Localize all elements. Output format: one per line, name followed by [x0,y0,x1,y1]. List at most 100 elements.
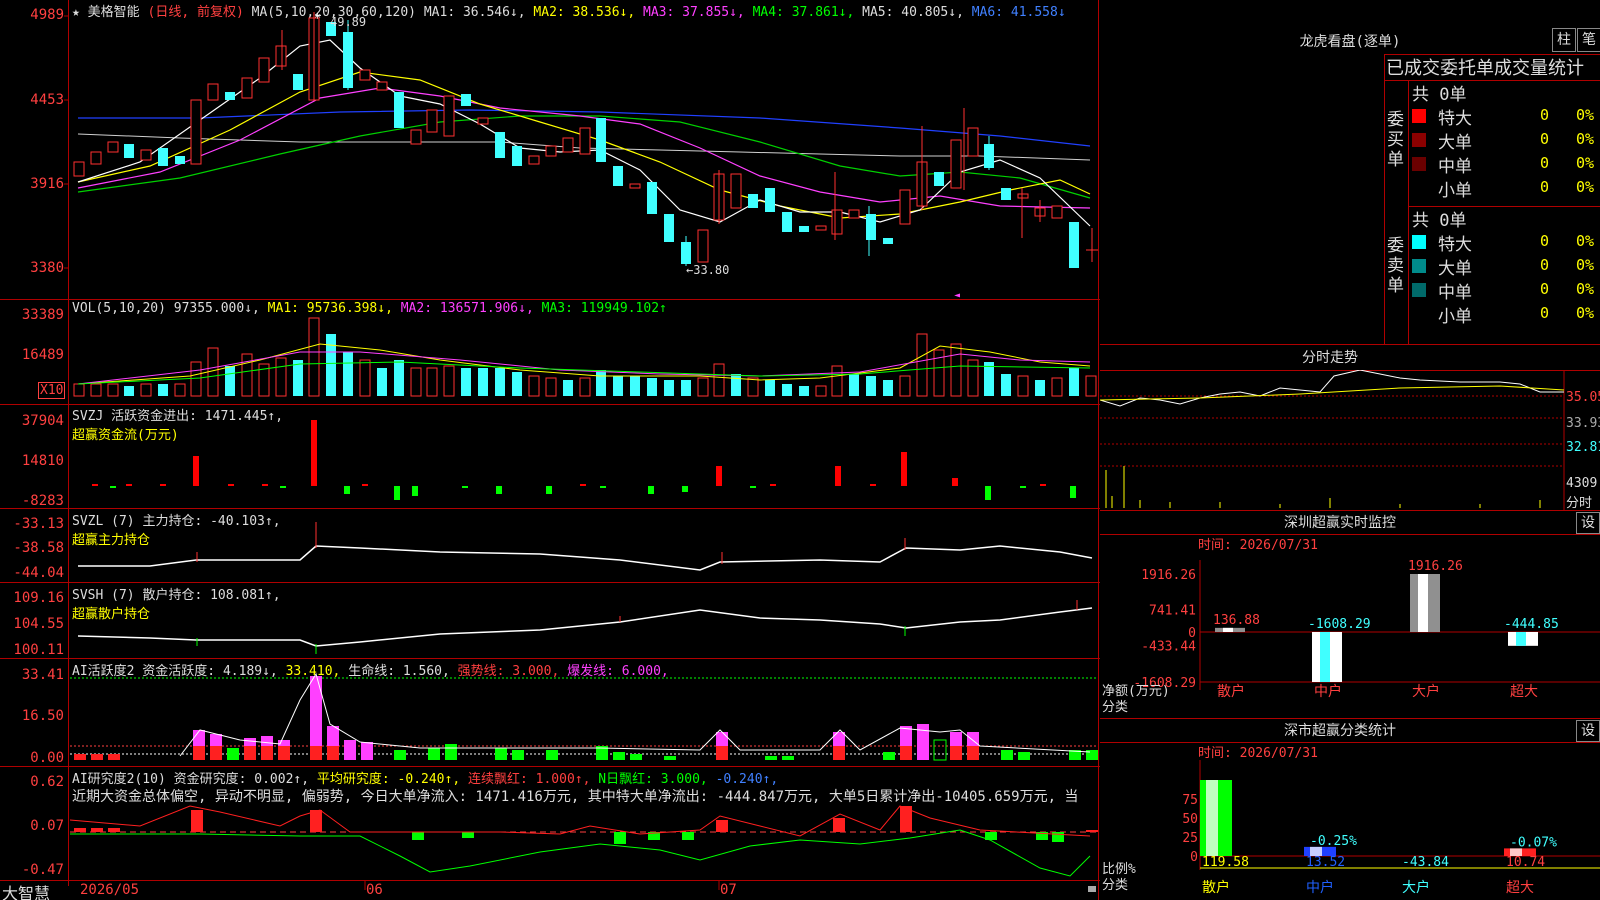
intraday-vol-tick: 4309 [1566,476,1598,491]
ai-active-header: AI活跃度2 资金活跃度: 4.189↓, 33.410, 生命线: 1.560… [72,664,669,679]
dragon-heading: 已成交委托单成交量统计 [1386,58,1584,79]
buy-row-count: 0 [1540,130,1550,148]
stats-tick: 25 [1182,831,1198,846]
buy-label: 委买单 [1387,110,1404,170]
monitor-category: 中户 [1314,683,1342,700]
sell-row-name: 大单 [1438,259,1472,279]
buy-row-pct: 0% [1576,154,1595,172]
buy-row-count: 0 [1540,154,1550,172]
buy-row-count: 0 [1540,106,1550,124]
monitor-value-label: 136.88 [1213,613,1260,628]
buy-row-swatch [1412,133,1426,147]
stats-cat-label: 分类 [1102,878,1129,893]
intraday-vol-unit: 分时 [1566,496,1593,511]
sell-row-count: 0 [1540,304,1550,322]
monitor-category: 大户 [1412,683,1440,700]
stats-tick: 75 [1182,793,1198,808]
vol-header: VOL(5,10,20) 97355.000↓, MA1: 95736.398↓… [72,301,667,316]
stats-tick: 0 [1190,850,1198,865]
monitor-value-label: -444.85 [1504,617,1559,632]
sell-row-pct: 0% [1576,280,1595,298]
stats-tick: 50 [1182,812,1198,827]
sell-row-pct: 0% [1576,304,1595,322]
buy-row-swatch [1412,181,1426,195]
buy-row-name: 中单 [1438,157,1472,177]
monitor-settings-button[interactable]: 设 [1576,512,1600,534]
ai-research-bars [74,806,1098,832]
svzl-tick: -38.58 [13,540,64,556]
svsh-tick: 109.16 [13,590,64,606]
intraday-tick: 35.05 [1566,390,1600,405]
stats-category: 中户 [1306,879,1334,896]
ai-research-tick: 0.62 [30,774,64,790]
monitor-chart: 1916.26741.410-433.44-1608.29136.88散户-16… [1133,559,1600,700]
candles [73,17,1098,268]
svzj-bars [193,420,958,486]
tick-view-button[interactable]: 笔 [1577,28,1600,52]
svg-text:◄: ◄ [954,290,960,301]
kline-svg: * 49.89 ←33.80 ◄ [64,11,1098,892]
svzl-tick: -44.04 [13,565,64,581]
stats-pct-label: -0.25% [1310,834,1357,849]
sell-total: 共 0单 [1412,211,1467,231]
stats-chart: 75 50 25 0 119.58 散户 -0.25% 13.52 中户 -43.84 大户 -0.0… [1182,760,1600,896]
stats-time: 时间: 2026/07/31 [1198,746,1318,761]
date-tick: 06 [366,882,383,898]
buy-row-name: 小单 [1438,181,1472,201]
buy-row-count: 0 [1540,178,1550,196]
high-mark: 49.89 [330,15,366,29]
monitor-tick: 1916.26 [1141,568,1196,583]
stats-value: 10.74 [1506,855,1545,870]
stats-settings-button[interactable]: 设 [1576,720,1600,742]
vol-tick: 16489 [21,347,64,363]
intraday-tick: 33.93 [1566,416,1600,431]
sell-row-count: 0 [1540,280,1550,298]
monitor-bar-highlight [1516,632,1526,646]
buy-row-pct: 0% [1576,178,1595,196]
intraday-tick: 32.81 [1566,440,1600,455]
monitor-title: 深圳超赢实时监控 [1284,515,1396,531]
buy-row-pct: 0% [1576,106,1595,124]
monitor-bar-highlight [1418,574,1428,632]
svzj-header: SVZJ 活跃资金进出: 1471.445↑, 超赢资金流(万元) [72,409,284,443]
sell-row-count: 0 [1540,256,1550,274]
stats-value: -43.84 [1402,855,1449,870]
monitor-value-label: 1916.26 [1408,559,1463,574]
buy-row-name: 大单 [1438,133,1472,153]
stats-value: 13.52 [1306,855,1345,870]
sell-row-pct: 0% [1576,256,1595,274]
svzj-tick: 37904 [21,413,64,429]
monitor-category: 散户 [1217,683,1245,700]
vol-tick: 33389 [21,307,64,323]
svzj-tick: 14810 [21,453,64,469]
intraday-svg [1100,370,1565,510]
ai-research-header: AI研究度2(10) 资金研究度: 0.002↑, 平均研究度: -0.240↑… [72,772,779,787]
monitor-tick: -433.44 [1141,639,1196,654]
bar-view-button[interactable]: 柱 [1552,28,1576,52]
ai-research-tick: -0.47 [21,862,64,878]
intraday-title: 分时走势 [1302,350,1358,366]
right-panel: 龙虎看盘(逐单) 柱 笔 已成交委托单成交量统计 委买单 委卖单 共 0单 共 … [1100,0,1600,900]
svsh-tick: 100.11 [13,642,64,658]
sell-label: 委卖单 [1387,236,1404,296]
date-tick: 07 [720,882,737,898]
sell-row-swatch [1412,307,1426,321]
monitor-tick: 741.41 [1149,604,1196,619]
sell-row-swatch [1412,235,1426,249]
buy-row-swatch [1412,157,1426,171]
buy-total: 共 0单 [1412,85,1467,105]
stats-category: 散户 [1202,879,1230,896]
stats-bar-highlight [1206,780,1218,856]
sell-row-name: 小单 [1438,307,1472,327]
stats-pct-label: -0.07% [1510,835,1557,850]
dragon-title: 龙虎看盘(逐单) [1299,34,1401,50]
ai-research-note: 近期大资金总体偏空, 异动不明显, 偏弱势, 今日大单净流入: 1471.416… [72,789,1079,805]
kline-area[interactable]: ★ 美格智能 (日线, 前复权) MA(5,10,20,30,60,120) M… [0,0,1100,900]
svzj-tick: -8283 [21,493,64,509]
sell-row-count: 0 [1540,232,1550,250]
stats-title: 深市超赢分类统计 [1284,723,1396,739]
vol-unit: X10 [38,382,66,399]
buy-row-name: 特大 [1438,109,1472,129]
low-mark: ←33.80 [686,263,729,277]
buy-row-swatch [1412,109,1426,123]
